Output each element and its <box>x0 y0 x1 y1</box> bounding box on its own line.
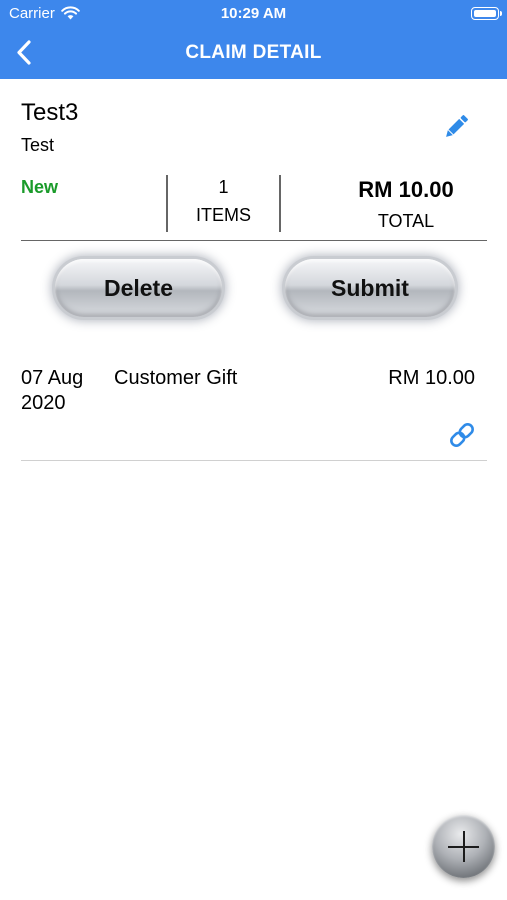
item-date: 07 Aug 2020 <box>21 367 84 414</box>
status-bar: Carrier 10:29 AM <box>0 0 507 28</box>
plus-icon <box>448 831 479 862</box>
item-count: 1 <box>218 177 229 197</box>
status-badge: New <box>21 177 59 197</box>
claim-summary: New 1 ITEMS RM 10.00 TOTAL <box>21 170 487 241</box>
item-category: Customer Gift <box>114 367 238 389</box>
status-time: 10:29 AM <box>220 5 287 22</box>
page-title: CLAIM DETAIL <box>185 42 322 63</box>
navigation-bar: CLAIM DETAIL <box>0 28 507 79</box>
edit-button[interactable] <box>441 112 471 142</box>
list-item[interactable]: 07 Aug 2020 Customer Gift RM 10.00 <box>21 356 487 461</box>
items-label: ITEMS <box>195 205 251 225</box>
submit-button[interactable]: Submit <box>285 259 455 317</box>
delete-button[interactable]: Delete <box>55 259 222 317</box>
summary-divider <box>279 175 281 232</box>
total-label: TOTAL <box>377 211 435 231</box>
claim-name: Test3 <box>21 99 79 126</box>
pencil-icon <box>446 115 468 137</box>
battery-icon <box>471 7 502 20</box>
add-item-button[interactable] <box>432 815 495 878</box>
link-icon[interactable] <box>447 420 477 450</box>
item-amount: RM 10.00 <box>388 367 475 389</box>
claim-description: Test <box>21 135 55 155</box>
total-amount: RM 10.00 <box>358 177 454 202</box>
